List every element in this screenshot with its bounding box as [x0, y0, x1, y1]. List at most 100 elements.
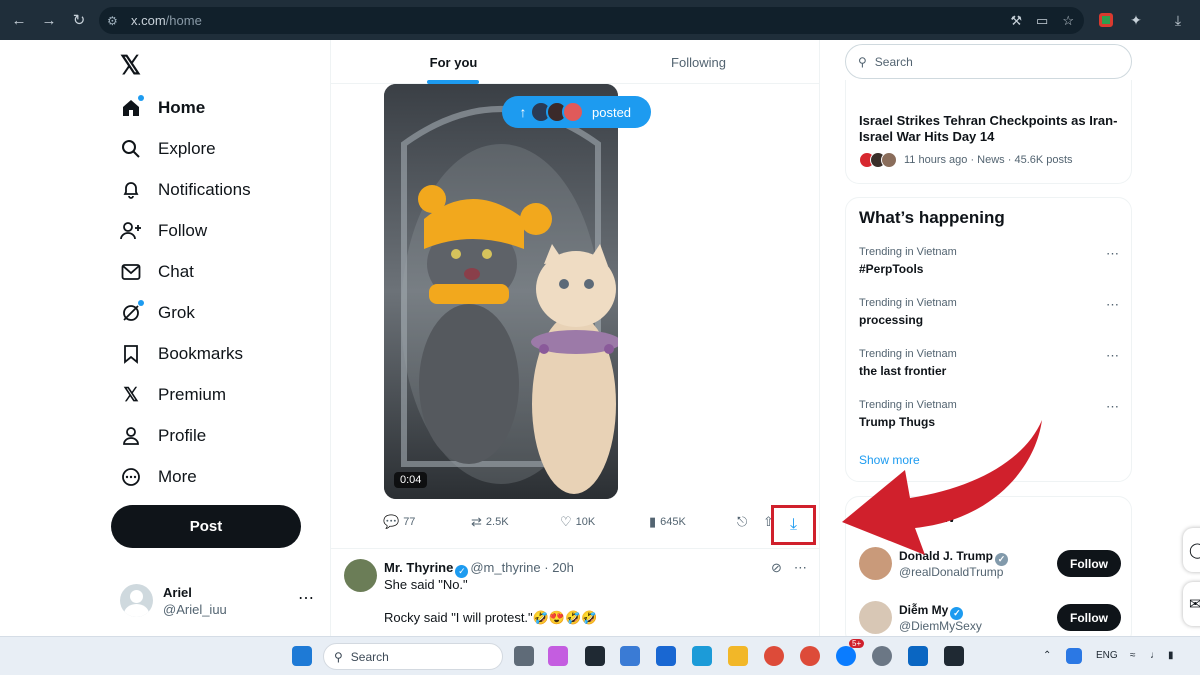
tab-following[interactable]: Following: [576, 40, 819, 84]
messenger-icon[interactable]: [836, 646, 856, 666]
search-input[interactable]: ⚲ Search: [845, 44, 1132, 79]
tray-app-icon[interactable]: [1066, 648, 1082, 664]
new-posts-pill[interactable]: ↑ posted: [502, 96, 651, 128]
tweet-author-name[interactable]: Mr. Thyrine: [384, 560, 453, 575]
wifi-icon[interactable]: ≈: [1130, 650, 1136, 661]
cast-icon[interactable]: ▭: [1036, 13, 1048, 29]
avatar[interactable]: [859, 601, 892, 634]
grok-icon[interactable]: ⊘: [771, 560, 782, 576]
video-player[interactable]: [384, 84, 618, 499]
taskbar-search[interactable]: ⚲ Search: [323, 643, 503, 670]
more-icon[interactable]: ⋯: [1106, 399, 1119, 415]
nav-chat-label: Chat: [158, 262, 194, 281]
avatar[interactable]: [344, 559, 377, 592]
taskbar: ⚲ Search 5+ ⌃ ENG ≈ ♩ ▮: [0, 636, 1200, 675]
outlook-icon[interactable]: [656, 646, 676, 666]
show-more-link[interactable]: Show more: [859, 453, 920, 467]
task-view-icon[interactable]: [514, 646, 534, 666]
x-logo-icon[interactable]: 𝕏: [120, 50, 141, 81]
nav-profile[interactable]: Profile: [120, 420, 206, 452]
nav-premium[interactable]: 𝕏 Premium: [120, 379, 226, 411]
settings-gear-icon[interactable]: [872, 646, 892, 666]
nav-bookmarks[interactable]: Bookmarks: [120, 338, 243, 370]
nav-premium-label: Premium: [158, 385, 227, 404]
tab-for-you[interactable]: For you: [331, 40, 576, 84]
windows-start-icon[interactable]: [292, 646, 312, 666]
trend-item[interactable]: Trending in Vietnam the last frontier ⋯: [859, 348, 1119, 388]
nav-more[interactable]: More: [120, 461, 197, 493]
reload-icon[interactable]: ↻: [66, 7, 92, 33]
edge-icon[interactable]: [692, 646, 712, 666]
reply-button[interactable]: 💬 77: [383, 514, 415, 530]
x-premium-icon: 𝕏: [123, 384, 139, 406]
follow-button[interactable]: Follow: [1057, 550, 1121, 577]
file-explorer-icon[interactable]: [728, 646, 748, 666]
tweet-text-line: Rocky said "I will protest."🤣😍🤣🤣: [384, 610, 598, 625]
address-bar[interactable]: ⚙ x.com/home ⚒ ▭ ☆: [99, 7, 1084, 34]
floating-grok-icon[interactable]: ◯: [1183, 528, 1200, 572]
mail-icon: [120, 261, 142, 283]
avatar: [120, 584, 153, 617]
whats-happening-card: What’s happening Trending in Vietnam #Pe…: [845, 197, 1132, 482]
follow-button[interactable]: Follow: [1057, 604, 1121, 631]
forward-icon[interactable]: →: [36, 7, 62, 33]
chrome-icon[interactable]: [764, 646, 784, 666]
more-icon[interactable]: ⋯: [1106, 246, 1119, 262]
download-icon[interactable]: ⤓: [1166, 8, 1190, 32]
tweet-author-handle[interactable]: @m_thyrine: [470, 560, 540, 575]
follow-suggestion[interactable]: Donald J. Trump ✓ @realDonaldTrump Follow: [859, 547, 1121, 587]
account-switcher[interactable]: Ariel @Ariel_iuu ⋯: [120, 580, 320, 620]
volume-icon[interactable]: ♩: [1150, 650, 1160, 661]
view-count: 645K: [660, 516, 686, 528]
news-card[interactable]: Israel Strikes Tehran Checkpoints as Ira…: [845, 80, 1132, 184]
like-button[interactable]: ♡ 10K: [560, 514, 595, 530]
views-button[interactable]: ▮ 645K: [649, 514, 686, 530]
tweet[interactable]: Mr. Thyrine ✓ @m_thyrine · 20h ⊘ ⋯ She sai…: [331, 549, 819, 636]
left-navigation: 𝕏 Home Explore Notifications Follow Chat…: [110, 40, 330, 636]
nav-home[interactable]: Home: [120, 92, 205, 124]
bookmark-star-icon[interactable]: ☆: [1062, 13, 1074, 29]
nav-follow[interactable]: Follow: [120, 215, 207, 247]
app-icon[interactable]: [908, 646, 928, 666]
section-title: ollow: [914, 509, 955, 526]
tweet-time[interactable]: · 20h: [544, 560, 574, 575]
bookmark-icon: [120, 343, 142, 365]
repost-count: 2.5K: [485, 516, 509, 528]
capcut-icon[interactable]: [944, 646, 964, 666]
news-title[interactable]: Israel Strikes Tehran Checkpoints as Ira…: [859, 113, 1119, 145]
video-download-button[interactable]: ⤓: [771, 505, 816, 545]
battery-icon[interactable]: ▮: [1168, 650, 1174, 661]
follow-suggestion[interactable]: Diễm My ✓ @DiemMySexy Follow: [859, 601, 1121, 641]
tray-chevron-icon[interactable]: ⌃: [1043, 650, 1051, 661]
more-icon[interactable]: ⋯: [794, 560, 807, 576]
bell-icon: [120, 179, 142, 201]
repost-button[interactable]: ⇄ 2.5K: [471, 514, 509, 530]
account-more-icon[interactable]: ⋯: [298, 588, 314, 608]
extensions-puzzle-icon[interactable]: ✦: [1124, 8, 1148, 32]
search-icon: ⚲: [334, 649, 343, 664]
nav-notifications[interactable]: Notifications: [120, 174, 251, 206]
tweet-actions: 💬 77 ⇄ 2.5K ♡ 10K ▮ 645K ⎋ ⇧: [383, 514, 819, 534]
store-icon[interactable]: [620, 646, 640, 666]
floating-messages-icon[interactable]: ✉: [1183, 582, 1200, 626]
trend-item[interactable]: Trending in Vietnam #PerpTools ⋯: [859, 246, 1119, 286]
back-icon[interactable]: ←: [6, 7, 32, 33]
more-icon[interactable]: ⋯: [1106, 348, 1119, 364]
site-settings-icon[interactable]: ⚙: [107, 14, 127, 28]
copilot-icon[interactable]: [548, 646, 568, 666]
trend-item[interactable]: Trending in Vietnam Trump Thugs ⋯: [859, 399, 1119, 439]
translate-icon[interactable]: ⚒: [1010, 13, 1022, 29]
nav-explore[interactable]: Explore: [120, 133, 216, 165]
more-icon[interactable]: ⋯: [1106, 297, 1119, 313]
chrome-profile-icon[interactable]: [800, 646, 820, 666]
news-meta-text: 11 hours ago · News · 45.6K posts: [904, 154, 1073, 166]
bookmark-button[interactable]: ⎋: [737, 514, 747, 530]
language-indicator[interactable]: ENG: [1096, 650, 1118, 661]
nav-grok[interactable]: Grok: [120, 297, 195, 329]
post-button[interactable]: Post: [111, 505, 301, 548]
extension-icon[interactable]: [1094, 8, 1118, 32]
nav-chat[interactable]: Chat: [120, 256, 194, 288]
capcut-icon[interactable]: [585, 646, 605, 666]
trend-item[interactable]: Trending in Vietnam processing ⋯: [859, 297, 1119, 337]
avatar[interactable]: [859, 547, 892, 580]
